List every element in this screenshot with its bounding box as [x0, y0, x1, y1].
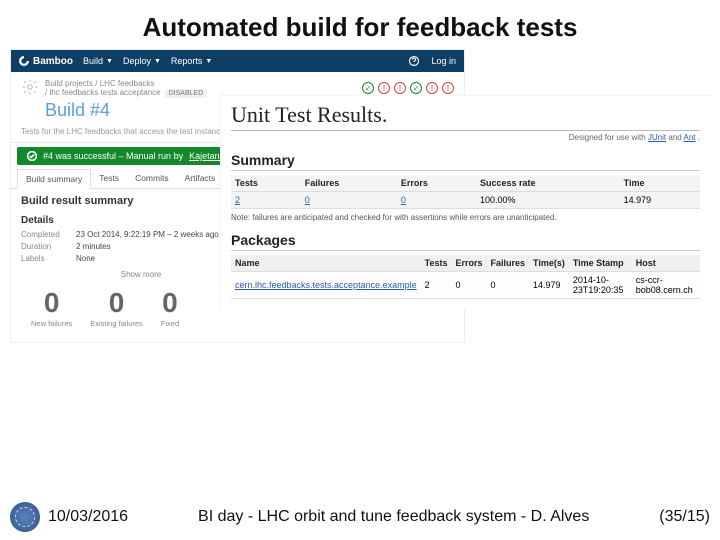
disabled-badge: DISABLED	[165, 89, 208, 98]
utr-and: and	[668, 133, 683, 142]
duration-label: Duration	[21, 242, 76, 251]
col-failures: Failures	[301, 175, 397, 192]
pkg-name-link[interactable]: cern.lhc.feedbacks.tests.acceptance.exam…	[235, 280, 417, 290]
success-text: #4 was successful – Manual run by	[43, 151, 183, 161]
breadcrumb[interactable]: Build projects / LHC feedbacks / lhc fee…	[45, 79, 207, 98]
tab-build-summary[interactable]: Build summary	[17, 169, 91, 189]
packages-heading: Packages	[231, 232, 700, 251]
col-errors: Errors	[397, 175, 476, 192]
footer-title: BI day - LHC orbit and tune feedback sys…	[128, 508, 659, 526]
completed-label: Completed	[21, 230, 76, 239]
summary-note: Note: failures are anticipated and check…	[231, 213, 700, 222]
pkg-errors: 0	[451, 272, 486, 299]
status-fail-icon[interactable]: !	[394, 82, 406, 94]
status-fail-icon[interactable]: !	[426, 82, 438, 94]
summary-tests-link[interactable]: 2	[235, 195, 240, 205]
packages-table: Name Tests Errors Failures Time(s) Time …	[231, 255, 700, 299]
labels-value: None	[76, 254, 95, 263]
status-icons: ✓ ! ! ✓ ! !	[362, 82, 454, 94]
pkg-col-tests: Tests	[421, 255, 452, 272]
duration-value: 2 minutes	[76, 242, 111, 251]
bamboo-brand-text: Bamboo	[33, 56, 73, 67]
summary-rate: 100.00%	[476, 192, 620, 209]
stat-existing-failures-count: 0	[90, 287, 143, 319]
footer-date: 10/03/2016	[48, 508, 128, 526]
tab-commits[interactable]: Commits	[127, 169, 177, 188]
col-time: Time	[620, 175, 700, 192]
summary-time: 14.979	[620, 192, 700, 209]
status-pass-icon[interactable]: ✓	[362, 82, 374, 94]
col-success-rate: Success rate	[476, 175, 620, 192]
slide-footer: 10/03/2016 BI day - LHC orbit and tune f…	[0, 502, 720, 532]
chevron-down-icon: ▼	[154, 58, 161, 65]
labels-label: Labels	[21, 254, 76, 263]
pkg-col-time: Time(s)	[529, 255, 569, 272]
tab-tests[interactable]: Tests	[91, 169, 127, 188]
pkg-time: 14.979	[529, 272, 569, 299]
summary-table: Tests Failures Errors Success rate Time …	[231, 175, 700, 209]
help-icon[interactable]	[407, 54, 421, 68]
stat-new-failures-count: 0	[31, 287, 72, 319]
utr-designed-label: Designed for use with	[569, 133, 648, 142]
slide-title: Automated build for feedback tests	[0, 0, 720, 49]
junit-link[interactable]: JUnit	[648, 133, 666, 142]
check-icon	[27, 151, 37, 161]
menu-deploy-label: Deploy	[123, 56, 151, 66]
pkg-col-stamp: Time Stamp	[569, 255, 632, 272]
status-fail-icon[interactable]: !	[378, 82, 390, 94]
chevron-down-icon: ▼	[106, 58, 113, 65]
gear-icon[interactable]	[21, 78, 39, 98]
stat-new-failures-label: New failures	[31, 319, 72, 328]
stat-existing-failures-label: Existing failures	[90, 319, 143, 328]
chevron-down-icon: ▼	[205, 58, 212, 65]
utr-title: Unit Test Results.	[231, 102, 700, 131]
stat-fixed-count: 0	[161, 287, 179, 319]
pkg-col-name: Name	[231, 255, 421, 272]
status-pass-icon[interactable]: ✓	[410, 82, 422, 94]
breadcrumb-line1: Build projects / LHC feedbacks	[45, 79, 207, 88]
tab-artifacts[interactable]: Artifacts	[177, 169, 224, 188]
ant-link[interactable]: Ant	[684, 133, 696, 142]
unit-test-results-panel: Unit Test Results. Designed for use with…	[220, 95, 710, 309]
utr-subtitle: Designed for use with JUnit and Ant .	[231, 133, 700, 142]
summary-heading: Summary	[231, 152, 700, 171]
status-fail-icon[interactable]: !	[442, 82, 454, 94]
utr-period: .	[698, 133, 700, 142]
bamboo-brand[interactable]: Bamboo	[19, 56, 73, 67]
col-tests: Tests	[231, 175, 301, 192]
menu-reports[interactable]: Reports▼	[171, 56, 212, 66]
pkg-stamp: 2014-10-23T19:20:35	[569, 272, 632, 299]
bamboo-top-nav: Bamboo Build▼ Deploy▼ Reports▼ Log in	[11, 50, 464, 72]
menu-deploy[interactable]: Deploy▼	[123, 56, 161, 66]
menu-reports-label: Reports	[171, 56, 203, 66]
login-link[interactable]: Log in	[431, 56, 456, 66]
pkg-col-failures: Failures	[486, 255, 529, 272]
pkg-tests: 2	[421, 272, 452, 299]
pkg-col-errors: Errors	[451, 255, 486, 272]
stat-fixed-label: Fixed	[161, 319, 179, 328]
cern-logo	[10, 502, 40, 532]
pkg-failures: 0	[486, 272, 529, 299]
breadcrumb-line2: / lhc feedbacks tests acceptance	[45, 88, 161, 97]
menu-build[interactable]: Build▼	[83, 56, 113, 66]
menu-build-label: Build	[83, 56, 103, 66]
footer-page-number: (35/15)	[659, 508, 710, 526]
pkg-col-host: Host	[632, 255, 700, 272]
pkg-host: cs-ccr-bob08.cern.ch	[632, 272, 700, 299]
summary-failures-link[interactable]: 0	[305, 195, 310, 205]
summary-errors-link[interactable]: 0	[401, 195, 406, 205]
completed-value: 23 Oct 2014, 9:22:19 PM – 2 weeks ago	[76, 230, 219, 239]
